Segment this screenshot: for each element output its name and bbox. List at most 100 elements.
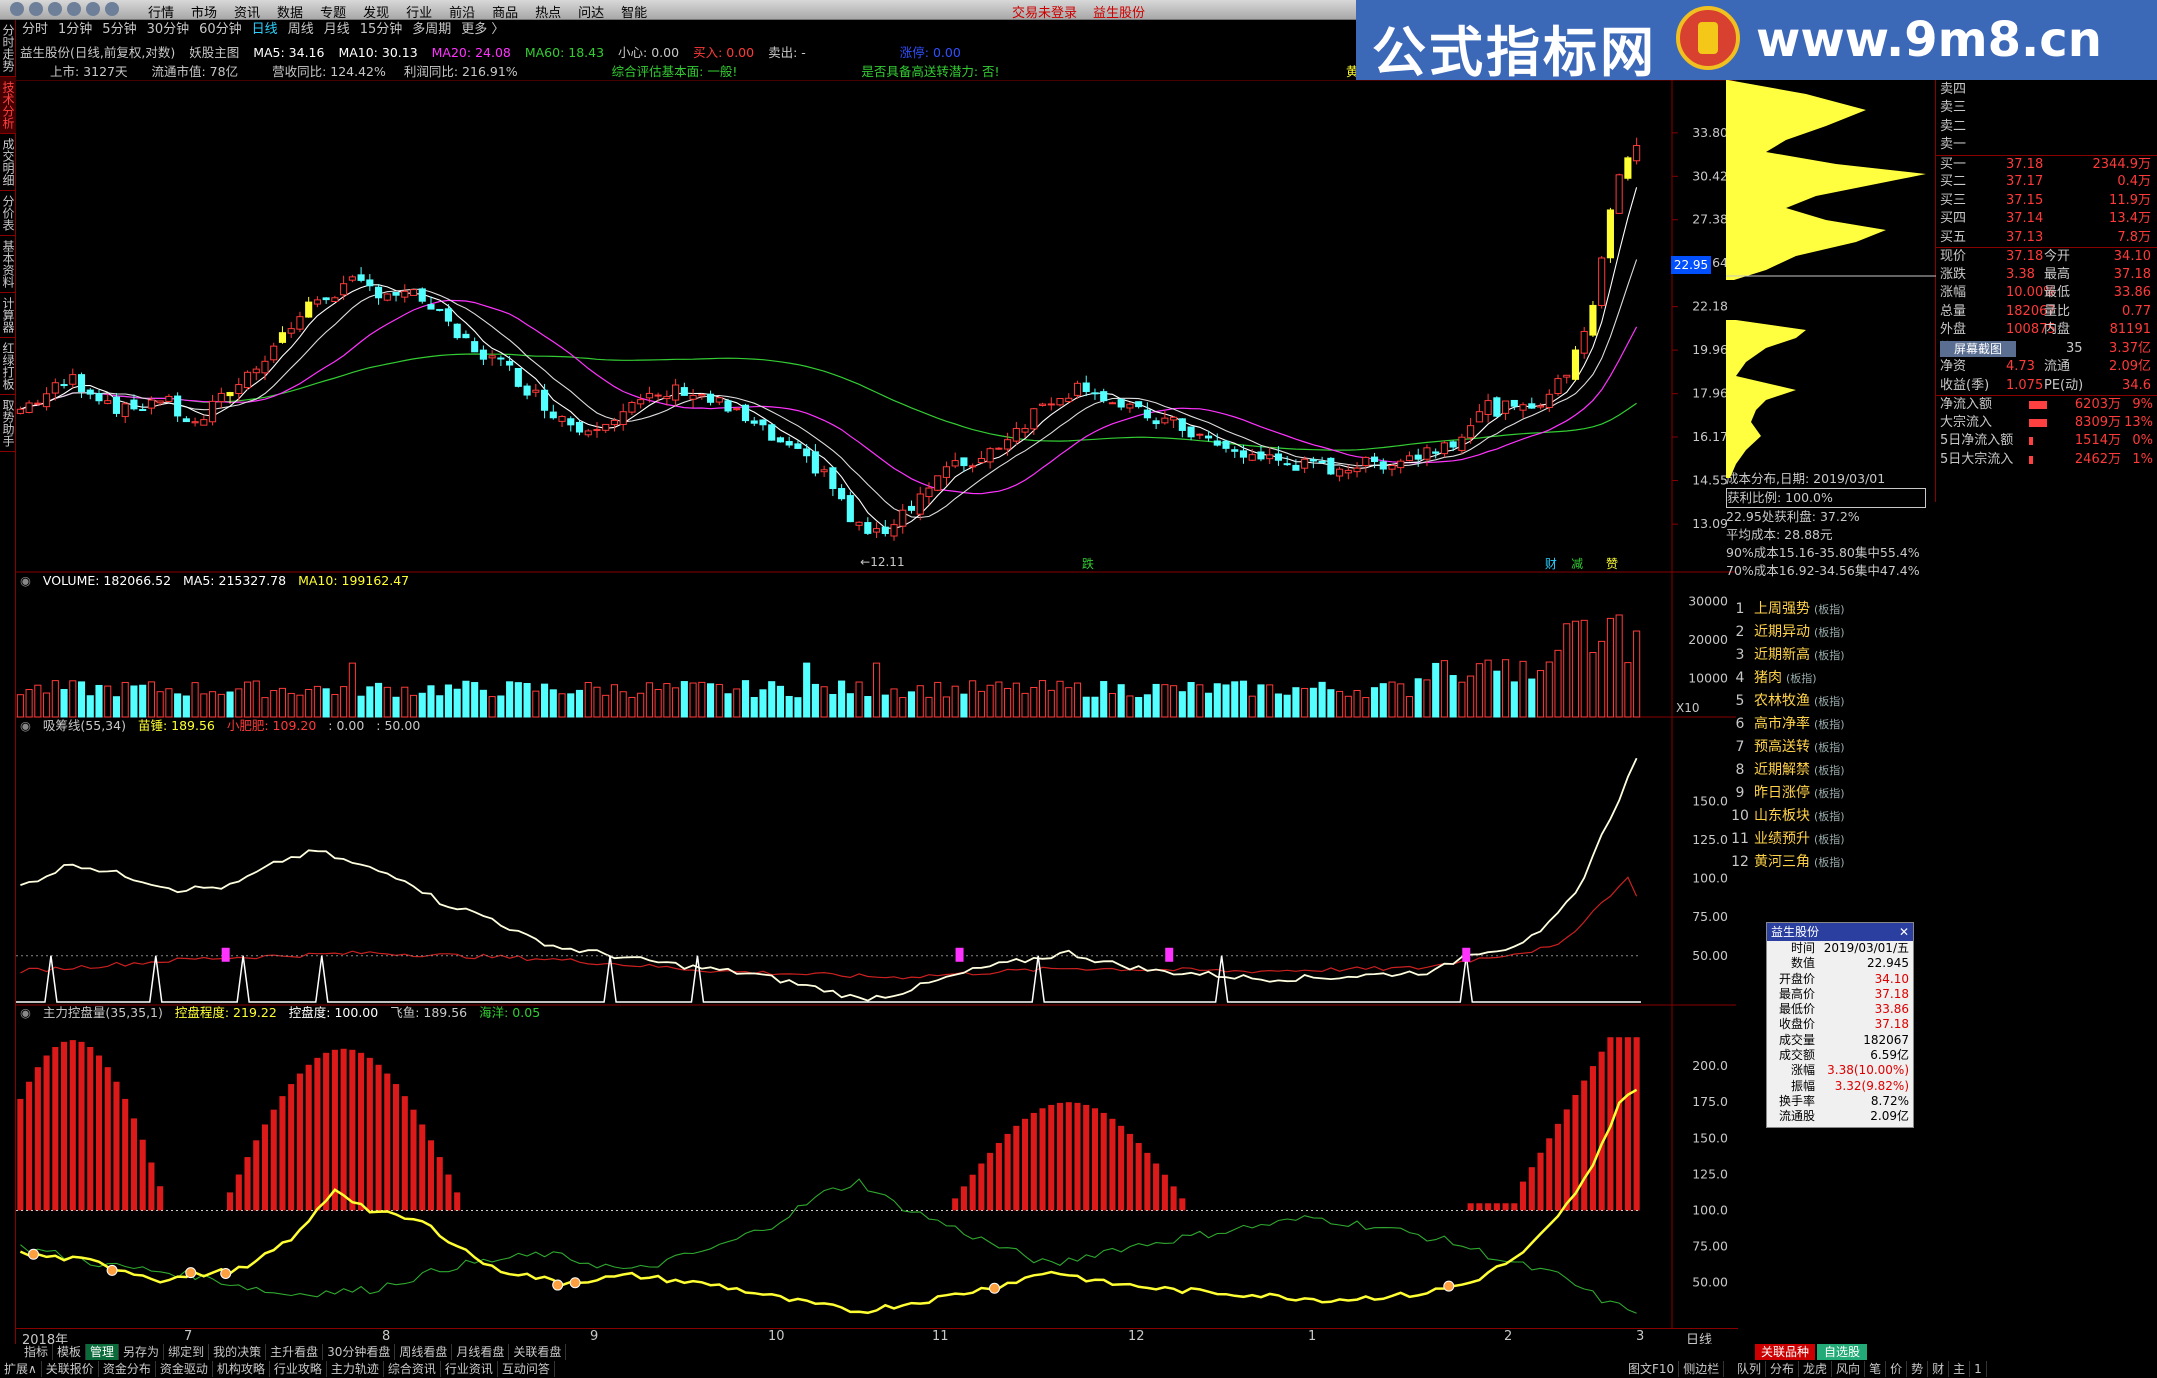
bottom-tab[interactable]: 扩展∧ xyxy=(0,1361,42,1377)
kongpan-bar xyxy=(1083,1104,1090,1211)
bottom-tab[interactable]: 另存为 xyxy=(119,1344,165,1360)
menu-item[interactable]: 市场 xyxy=(191,2,217,21)
kongpan-bar xyxy=(384,1073,391,1211)
event-marker[interactable]: 减 xyxy=(1571,557,1583,571)
bottom-tab[interactable]: 月线看盘 xyxy=(452,1344,510,1360)
board-item[interactable]: 1 上周强势 (板指) xyxy=(1726,598,1936,621)
bottom-tab[interactable]: 关联看盘 xyxy=(509,1344,567,1360)
bottom-tab[interactable]: 价 xyxy=(1886,1361,1908,1377)
period-tab[interactable]: 分时 xyxy=(22,20,48,40)
home-icon[interactable] xyxy=(67,2,81,16)
panel-toggle-icon[interactable]: ◉ xyxy=(20,718,31,733)
indicator-name[interactable]: 妖股主图 xyxy=(189,45,239,60)
bottom-tab[interactable]: 图文F10 xyxy=(1624,1361,1680,1377)
menu-item[interactable]: 热点 xyxy=(535,2,561,21)
period-tab[interactable]: 周线 xyxy=(288,20,314,40)
menu-item[interactable]: 智能 xyxy=(621,2,647,21)
bottom-tab[interactable]: 风向 xyxy=(1832,1361,1866,1377)
kongpan-bar xyxy=(95,1055,103,1211)
left-tab[interactable]: 计算器 xyxy=(0,293,16,338)
bottom-tab[interactable]: 指标 xyxy=(20,1344,54,1360)
screenshot-button[interactable]: 屏幕截图 xyxy=(1940,340,2017,357)
board-item[interactable]: 6 高市净率 (板指) xyxy=(1726,713,1936,736)
period-tab[interactable]: 1分钟 xyxy=(58,20,92,40)
bottom-tab[interactable]: 龙虎 xyxy=(1799,1361,1833,1377)
forward-icon[interactable] xyxy=(29,2,43,16)
bottom-tab[interactable]: 资金分布 xyxy=(99,1361,156,1377)
menu-item[interactable]: 专题 xyxy=(320,2,346,21)
panel-toggle-icon[interactable]: ◉ xyxy=(20,573,31,588)
board-item[interactable]: 12 黄河三角 (板指) xyxy=(1726,851,1936,874)
bottom-tab[interactable]: 主 xyxy=(1949,1361,1971,1377)
board-item[interactable]: 11 业绩预升 (板指) xyxy=(1726,828,1936,851)
board-item[interactable]: 9 昨日涨停 (板指) xyxy=(1726,782,1936,805)
watchlist-tab[interactable]: 自选股 xyxy=(1817,1344,1867,1360)
left-tab[interactable]: 取势助手 xyxy=(0,395,16,452)
period-tab[interactable]: 15分钟 xyxy=(360,20,403,40)
related-variety-tab[interactable]: 关联品种 xyxy=(1755,1344,1815,1360)
board-item[interactable]: 3 近期新高 (板指) xyxy=(1726,644,1936,667)
bottom-tab[interactable]: 关联报价 xyxy=(42,1361,99,1377)
bottom-tab[interactable]: 管理 xyxy=(86,1344,120,1360)
period-tab[interactable]: 多周期 xyxy=(412,20,451,40)
left-tab[interactable]: 分价表 xyxy=(0,191,16,236)
refresh-icon[interactable] xyxy=(48,2,62,16)
board-item[interactable]: 5 农林牧渔 (板指) xyxy=(1726,690,1936,713)
bottom-tab[interactable]: 综合资讯 xyxy=(384,1361,441,1377)
event-marker[interactable]: 财 xyxy=(1545,557,1557,571)
menu-item[interactable]: 前沿 xyxy=(449,2,475,21)
bottom-tab[interactable]: 分布 xyxy=(1766,1361,1800,1377)
bottom-tab[interactable]: 1 xyxy=(1970,1361,1987,1377)
period-tab[interactable]: 30分钟 xyxy=(147,20,190,40)
panel-toggle-icon[interactable]: ◉ xyxy=(20,1005,31,1020)
bottom-tab[interactable]: 行业攻略 xyxy=(270,1361,327,1377)
back-icon[interactable] xyxy=(10,2,24,16)
bottom-tab[interactable]: 侧边栏 xyxy=(1679,1361,1725,1377)
bottom-tab[interactable]: 互动问答 xyxy=(498,1361,555,1377)
bottom-tab[interactable]: 队列 xyxy=(1733,1361,1767,1377)
help-icon[interactable] xyxy=(105,2,119,16)
menu-item[interactable]: 发现 xyxy=(363,2,389,21)
menu-item[interactable]: 问达 xyxy=(578,2,604,21)
board-item[interactable]: 8 近期解禁 (板指) xyxy=(1726,759,1936,782)
login-text[interactable]: 交易未登录 xyxy=(1012,2,1077,21)
left-tab[interactable]: 成交明细 xyxy=(0,134,16,191)
board-item[interactable]: 10 山东板块 (板指) xyxy=(1726,805,1936,828)
chart-canvas[interactable]: 33.8030.4227.3824.6422.1819.9617.9616.17… xyxy=(16,80,1736,1328)
left-tab[interactable]: 基本资料 xyxy=(0,236,16,293)
bottom-tab[interactable]: 主力轨迹 xyxy=(327,1361,384,1377)
bottom-tab[interactable]: 我的决策 xyxy=(209,1344,267,1360)
bottom-tab[interactable]: 财 xyxy=(1928,1361,1950,1377)
period-tab[interactable]: 60分钟 xyxy=(199,20,242,40)
bottom-tab[interactable]: 模板 xyxy=(53,1344,87,1360)
period-tab[interactable]: 5分钟 xyxy=(102,20,136,40)
menu-item[interactable]: 数据 xyxy=(277,2,303,21)
bottom-tab[interactable]: 资金驱动 xyxy=(156,1361,213,1377)
bottom-tab[interactable]: 30分钟看盘 xyxy=(323,1344,396,1360)
left-tab[interactable]: 分时走势 xyxy=(0,20,16,77)
bottom-tab[interactable]: 绑定到 xyxy=(164,1344,210,1360)
menu-item[interactable]: 行情 xyxy=(148,2,174,21)
bottom-tab[interactable]: 主升看盘 xyxy=(266,1344,324,1360)
bottom-tab[interactable]: 笔 xyxy=(1865,1361,1887,1377)
bottom-tab[interactable]: 行业资讯 xyxy=(441,1361,498,1377)
bottom-tab[interactable]: 机构攻略 xyxy=(213,1361,270,1377)
close-icon[interactable]: ✕ xyxy=(1899,923,1909,941)
board-item[interactable]: 7 预高送转 (板指) xyxy=(1726,736,1936,759)
event-marker[interactable]: 赞 xyxy=(1606,557,1618,571)
event-marker[interactable]: 跌 xyxy=(1082,556,1094,571)
period-tab[interactable]: 更多 〉 xyxy=(461,20,504,40)
period-tab[interactable]: 日线 xyxy=(252,20,278,40)
board-item[interactable]: 2 近期异动 (板指) xyxy=(1726,621,1936,644)
left-tab[interactable]: 红绿打板 xyxy=(0,338,16,395)
menu-item[interactable]: 行业 xyxy=(406,2,432,21)
left-tab[interactable]: 技术分析 xyxy=(0,77,16,134)
menu-item[interactable]: 商品 xyxy=(492,2,518,21)
menu-icon[interactable] xyxy=(86,2,100,16)
bottom-tab[interactable]: 势 xyxy=(1907,1361,1929,1377)
board-item[interactable]: 4 猪肉 (板指) xyxy=(1726,667,1936,690)
bottom-tab[interactable]: 周线看盘 xyxy=(395,1344,453,1360)
period-tab[interactable]: 月线 xyxy=(324,20,350,40)
kongpan-bar xyxy=(279,1096,286,1211)
menu-item[interactable]: 资讯 xyxy=(234,2,260,21)
